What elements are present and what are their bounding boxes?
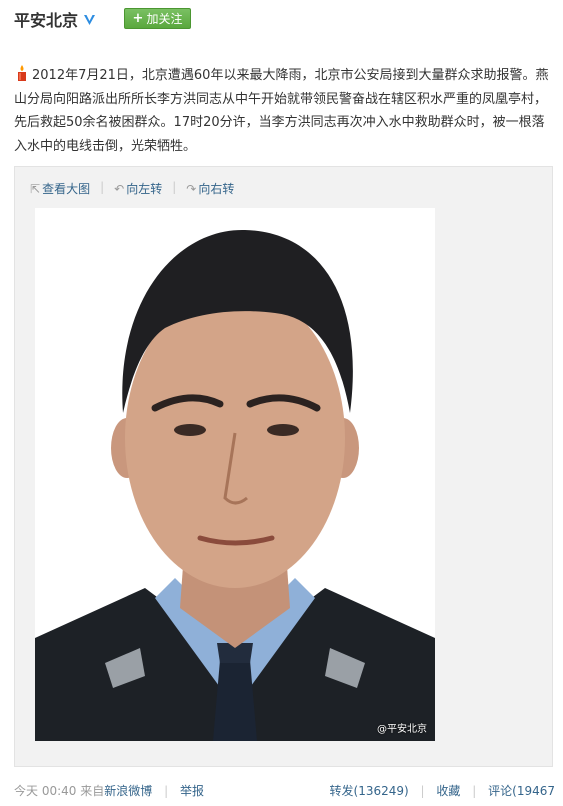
post-meta: 今天 00:40 来自新浪微博 | 举报	[14, 782, 204, 799]
external-link-icon: ⇱	[30, 181, 41, 196]
post-time[interactable]: 今天 00:40	[14, 784, 76, 798]
portrait-image	[35, 208, 435, 741]
plus-icon: +	[132, 11, 144, 26]
follow-button-label: 加关注	[146, 12, 183, 26]
post-body: 2012年7月21日，北京遭遇60年以来最大降雨，北京市公安局接到大量群众求助报…	[14, 64, 554, 158]
rotate-right-icon: ↷	[186, 181, 197, 196]
photo-watermark: @平安北京	[377, 724, 427, 735]
comment-link[interactable]: 评论(19467	[488, 784, 555, 798]
post-header: 平安北京	[14, 6, 97, 32]
source-link[interactable]: 新浪微博	[104, 784, 152, 798]
author-name[interactable]: 平安北京	[14, 7, 78, 31]
rotate-right-label: 向右转	[198, 182, 235, 196]
rotate-right-button[interactable]: ↷ 向右转	[186, 180, 234, 197]
source-prefix: 来自	[80, 784, 105, 798]
media-toolbar: ⇱ 查看大图 | ↶ 向左转 | ↷ 向右转	[30, 180, 234, 197]
report-link[interactable]: 举报	[180, 784, 204, 798]
post-text: 2012年7月21日，北京遭遇60年以来最大降雨，北京市公安局接到大量群众求助报…	[14, 68, 549, 154]
footer-divider: |	[420, 784, 425, 798]
candle-icon	[18, 65, 26, 81]
follow-button[interactable]: + 加关注	[124, 8, 191, 29]
footer-divider: |	[472, 784, 477, 798]
repost-link[interactable]: 转发(136249)	[330, 784, 409, 798]
rotate-left-label: 向左转	[126, 182, 163, 196]
toolbar-divider: |	[172, 180, 177, 194]
rotate-left-button[interactable]: ↶ 向左转	[114, 180, 162, 197]
post-photo[interactable]: @平安北京	[35, 208, 435, 741]
rotate-left-icon: ↶	[114, 181, 125, 196]
verified-badge-icon	[84, 14, 96, 25]
toolbar-divider: |	[100, 180, 105, 194]
footer-divider: |	[164, 784, 169, 798]
post-actions: 转发(136249) | 收藏 | 评论(19467	[330, 782, 555, 799]
view-large-label: 查看大图	[42, 182, 91, 196]
favorite-link[interactable]: 收藏	[436, 784, 460, 798]
view-large-button[interactable]: ⇱ 查看大图	[30, 180, 90, 197]
